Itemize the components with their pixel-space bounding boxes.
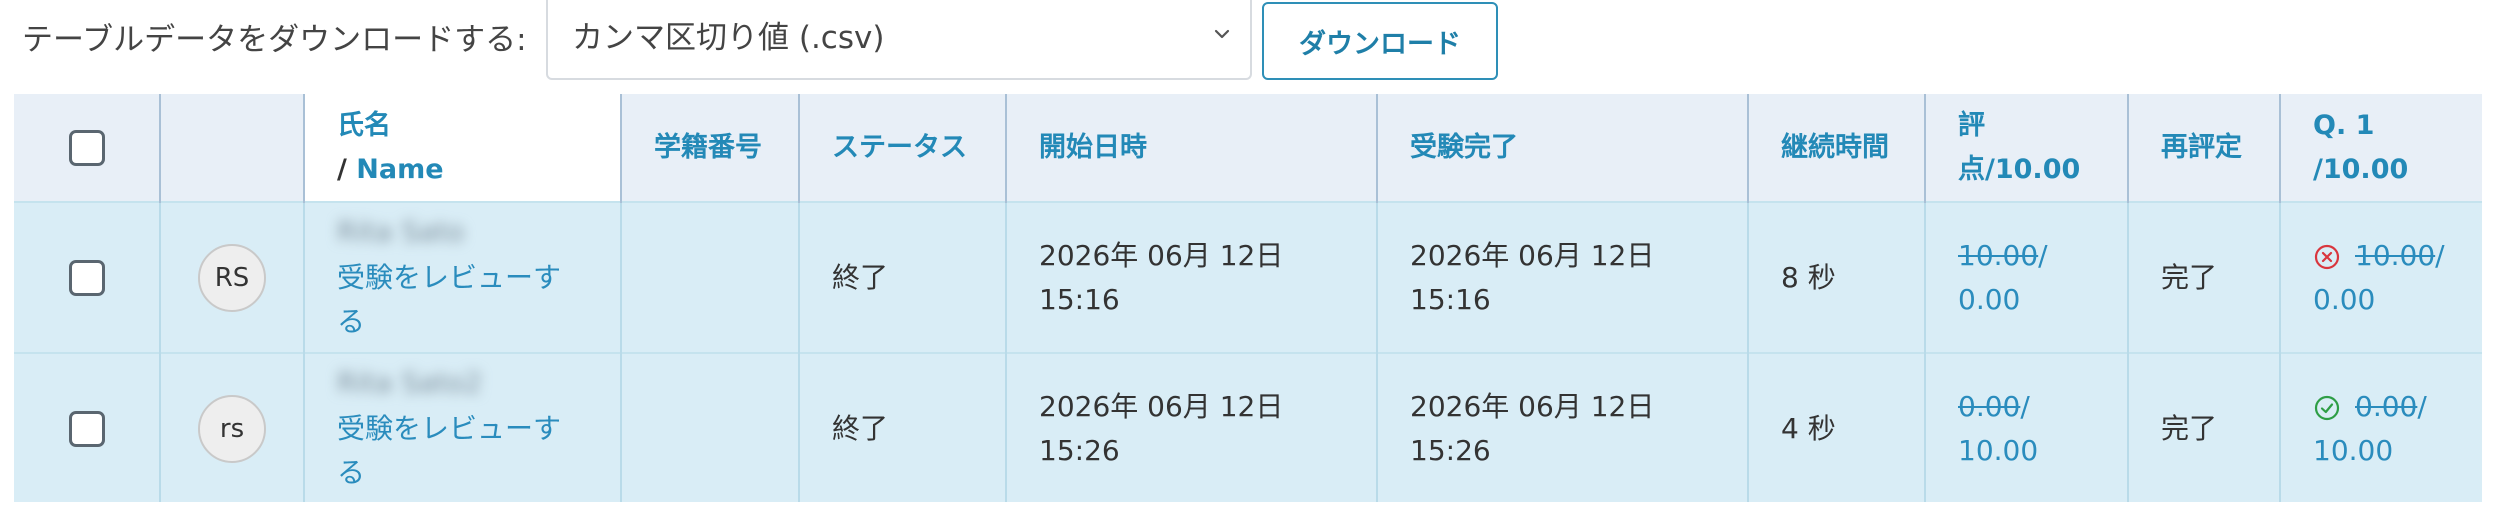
name-cell: Rita Sato2 受験をレビューする [303, 352, 621, 504]
format-select-value: カンマ区切り値 (.csv) [572, 20, 885, 56]
started-cell: 2026年 06月 12日 15:16 [1005, 201, 1377, 353]
duration-cell: 4 秒 [1747, 352, 1925, 504]
student-id-header[interactable]: 学籍番号 [620, 94, 799, 202]
grade-old[interactable]: 0.00 [1958, 390, 2020, 423]
q1-sep: / [2435, 238, 2445, 272]
avatar[interactable]: rs [198, 395, 266, 463]
q1-new[interactable]: 0.00 [2313, 283, 2375, 316]
review-attempt-link[interactable]: 受験をレビューする [337, 256, 588, 344]
format-select[interactable]: カンマ区切り値 (.csv) [546, 0, 1252, 80]
grade-sep: / [2020, 390, 2030, 423]
avatar-header [159, 94, 304, 202]
row-select-cell [14, 201, 160, 353]
status-header[interactable]: ステータス [798, 94, 1006, 202]
name-cell: Rita Sato 受験をレビューする [303, 201, 621, 353]
check-circle-icon [2314, 395, 2340, 421]
q1-cell[interactable]: 10.00/ 0.00 [2279, 201, 2482, 353]
table-row: rs Rita Sato2 受験をレビューする 終了 2026年 06月 12日… [14, 352, 2482, 504]
regrade-header[interactable]: 再評定 [2127, 94, 2280, 202]
grade-new[interactable]: 0.00 [1958, 283, 2020, 316]
student-id-cell [620, 352, 799, 504]
name-header-ja[interactable]: 氏名 [337, 110, 391, 141]
x-circle-icon [2314, 244, 2340, 269]
grade-header[interactable]: 評点/10.00 [1924, 94, 2128, 202]
student-id-cell [620, 201, 799, 353]
q1-old[interactable]: 10.00 [2355, 239, 2435, 272]
avatar-cell: rs [159, 352, 304, 504]
q1-sep: / [2417, 390, 2427, 423]
completed-cell: 2026年 06月 12日 15:26 [1376, 352, 1748, 504]
attempts-table: 氏名 / Name 学籍番号 ステータス 開始日時 受験完了 継続時間 評点/1… [14, 94, 2482, 504]
q1-cell[interactable]: 0.00/ 10.00 [2279, 352, 2482, 504]
q1-new[interactable]: 10.00 [2313, 434, 2393, 467]
regrade-cell: 完了 [2127, 352, 2280, 504]
grade-cell[interactable]: 10.00/ 0.00 [1924, 201, 2128, 353]
started-cell: 2026年 06月 12日 15:26 [1005, 352, 1377, 504]
name-header-en[interactable]: Name [356, 154, 443, 185]
student-name[interactable]: Rita Sato [337, 212, 588, 252]
avatar[interactable]: RS [198, 243, 266, 312]
status-cell: 終了 [798, 352, 1006, 504]
status-cell: 終了 [798, 201, 1006, 353]
completed-cell: 2026年 06月 12日 15:16 [1376, 201, 1748, 353]
avatar-cell: RS [159, 201, 304, 353]
duration-header[interactable]: 継続時間 [1747, 94, 1925, 202]
chevron-down-icon [1214, 29, 1230, 39]
row-checkbox[interactable] [68, 411, 105, 447]
completed-header[interactable]: 受験完了 [1376, 94, 1748, 202]
grade-old[interactable]: 10.00 [1958, 239, 2038, 272]
grade-sep: / [2038, 238, 2048, 272]
download-button[interactable]: ダウンロード [1262, 2, 1498, 80]
name-header[interactable]: 氏名 / Name [303, 94, 621, 202]
table-row: RS Rita Sato 受験をレビューする 終了 2026年 06月 12日 … [14, 201, 2482, 353]
started-header[interactable]: 開始日時 [1005, 94, 1377, 202]
review-attempt-link[interactable]: 受験をレビューする [337, 407, 588, 495]
regrade-cell: 完了 [2127, 201, 2280, 353]
row-checkbox[interactable] [68, 259, 105, 296]
q1-header[interactable]: Q. 1 /10.00 [2279, 94, 2482, 202]
grade-new[interactable]: 10.00 [1958, 434, 2038, 467]
duration-cell: 8 秒 [1747, 201, 1925, 353]
select-all-checkbox[interactable] [68, 129, 105, 166]
select-all-header [14, 94, 160, 202]
q1-old[interactable]: 0.00 [2355, 390, 2417, 423]
name-header-slash: / [337, 153, 347, 185]
grade-cell[interactable]: 0.00/ 10.00 [1924, 352, 2128, 504]
download-bar: テーブルデータをダウンロードする: カンマ区切り値 (.csv) ダウンロード [0, 0, 2496, 86]
table-header-row: 氏名 / Name 学籍番号 ステータス 開始日時 受験完了 継続時間 評点/1… [14, 94, 2482, 202]
page-footer-space [0, 502, 2496, 517]
row-select-cell [14, 352, 160, 504]
download-label: テーブルデータをダウンロードする: [22, 22, 527, 58]
student-name[interactable]: Rita Sato2 [337, 363, 588, 403]
